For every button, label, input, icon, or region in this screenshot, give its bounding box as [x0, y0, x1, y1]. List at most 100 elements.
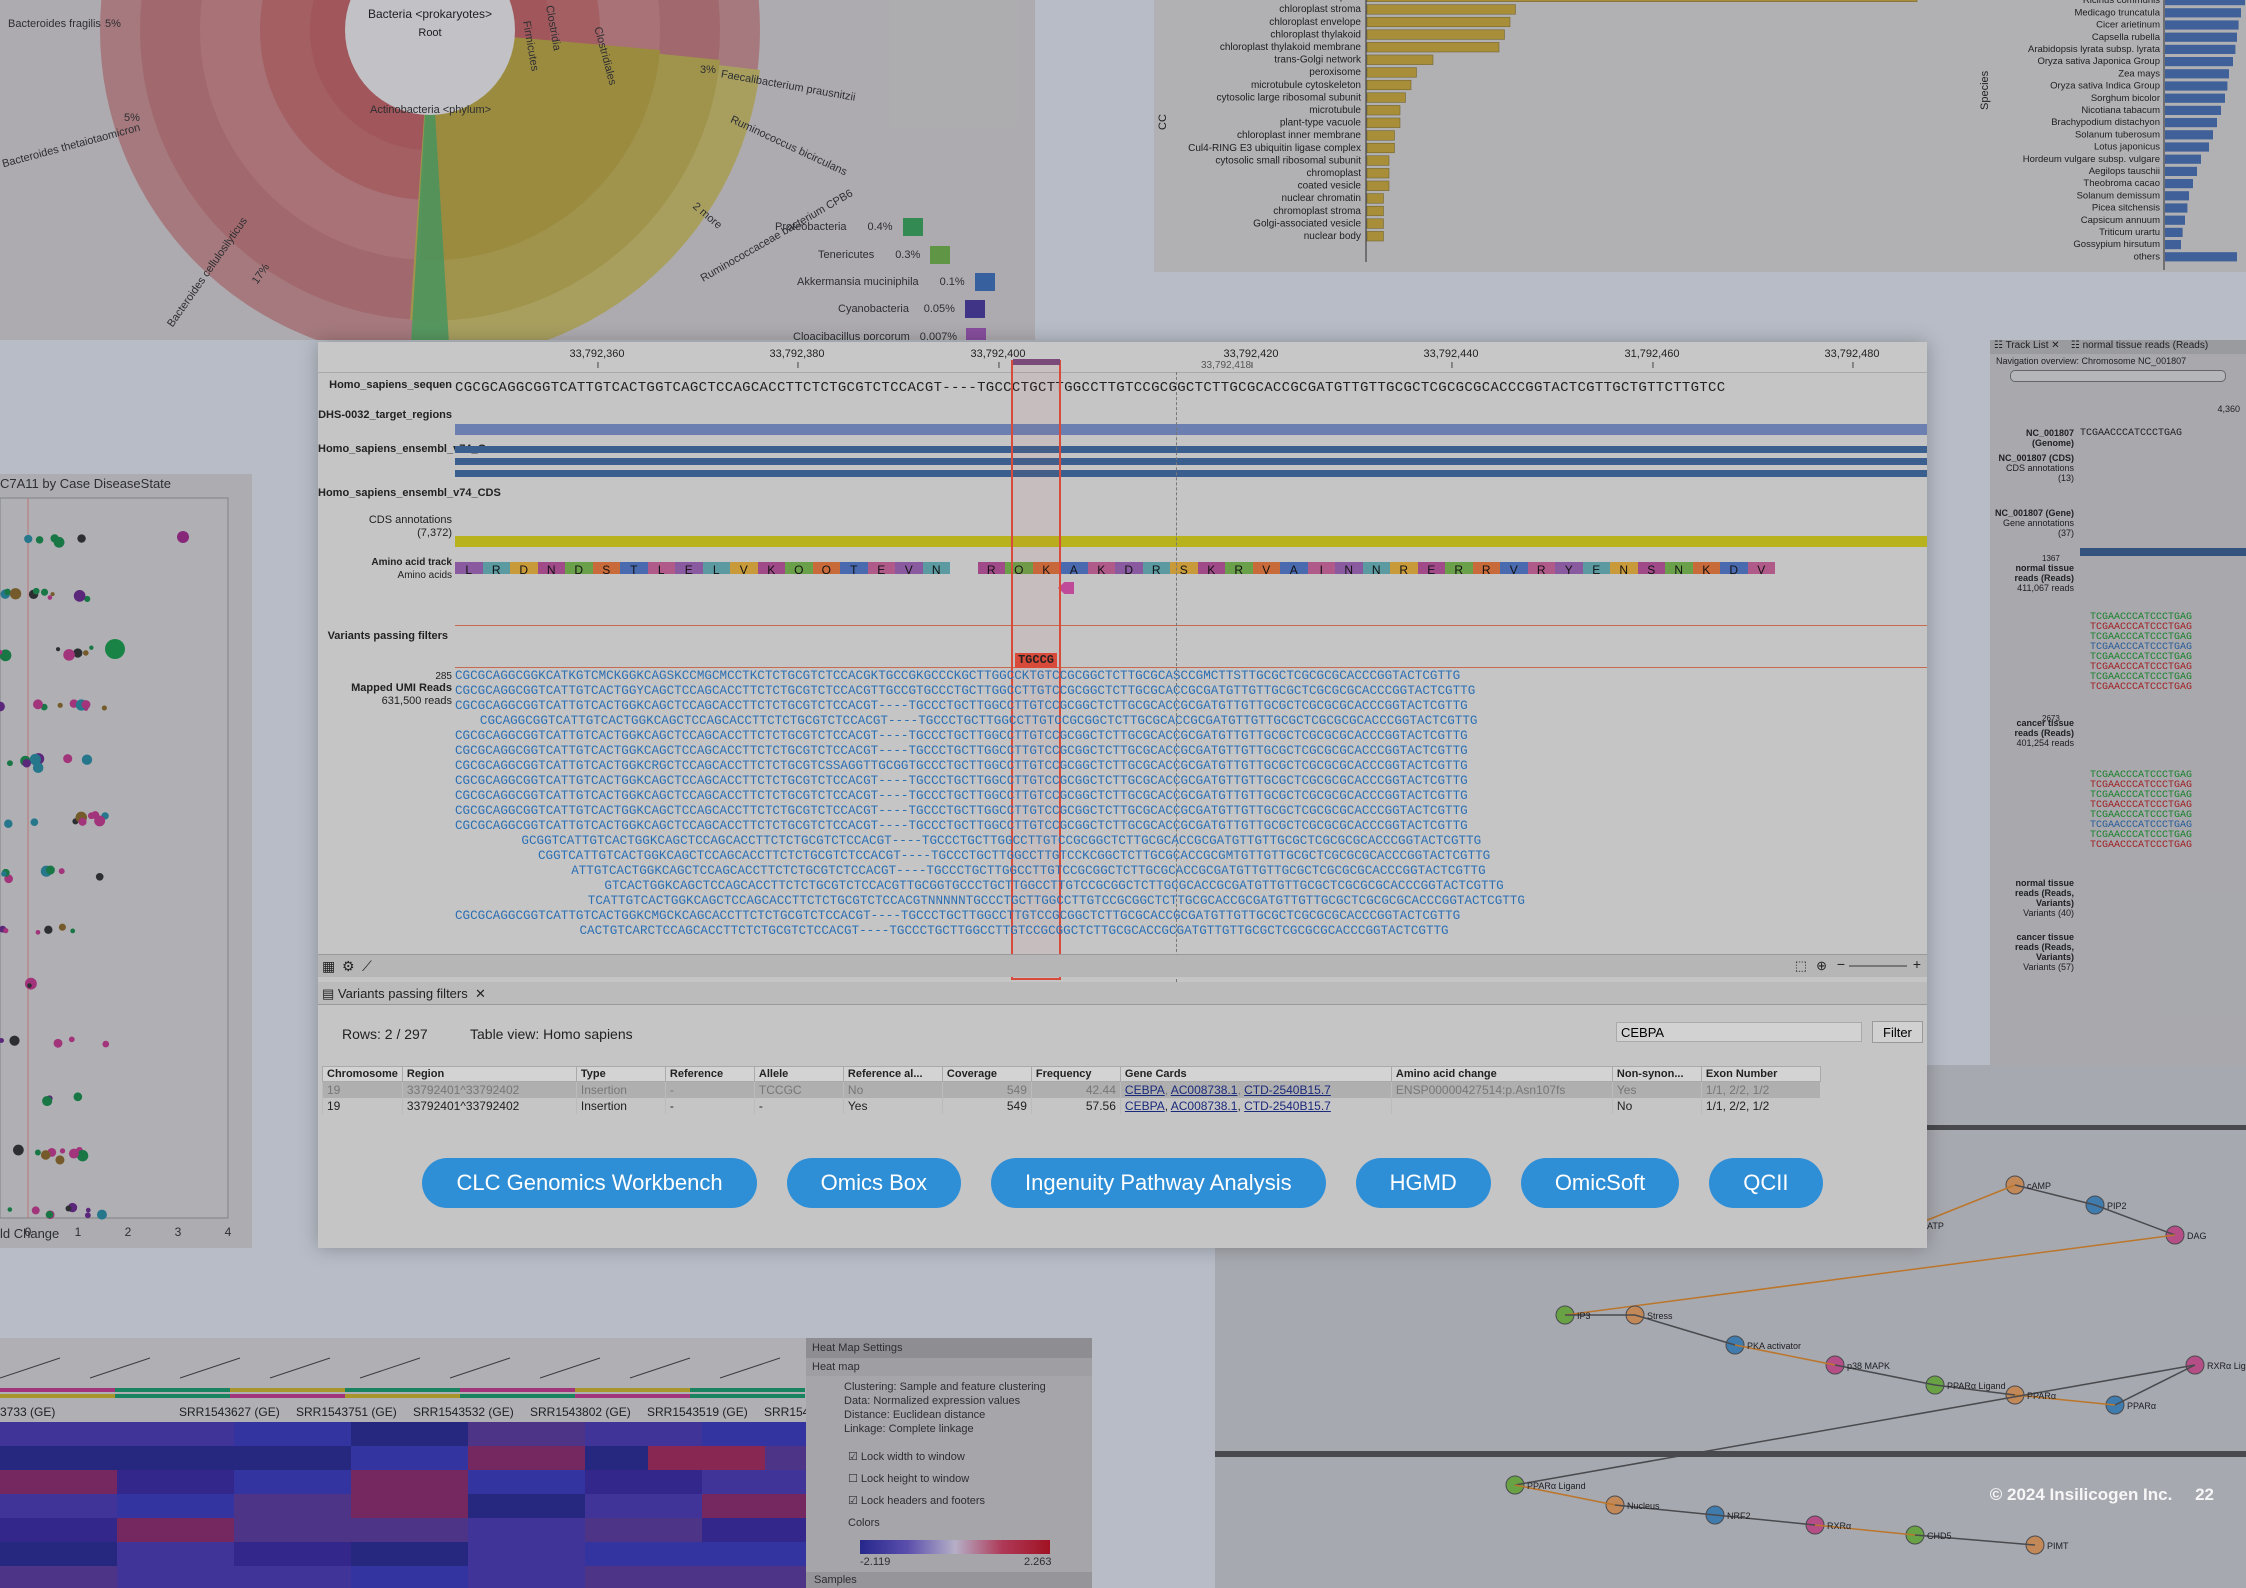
column-header[interactable]: Amino acid change: [1390, 1066, 1613, 1082]
tab-variants-passing-filters[interactable]: ▤ Variants passing filters ✕: [322, 986, 486, 1002]
tab-track-list[interactable]: ☷ Track List ✕: [1994, 340, 2060, 351]
zoom-out-icon[interactable]: −: [1837, 956, 1845, 972]
column-header[interactable]: Reference: [664, 1066, 755, 1082]
mapped-read[interactable]: CGCGCAGGCGGTCATTGTCACTGGKCAGCTCCAGCACCTT…: [455, 775, 1927, 787]
nav-overview-slider[interactable]: [2010, 370, 2226, 382]
tracklist-track[interactable]: cancer tissue reads (Reads) 401,254 reads: [1992, 718, 2074, 748]
chart-icon[interactable]: ⟋: [362, 958, 372, 975]
hgmd-button[interactable]: HGMD: [1355, 1158, 1491, 1208]
tracklist-coverage-max: 2673: [2042, 714, 2060, 723]
scatter-point: [101, 705, 107, 711]
mapped-read[interactable]: GCGGTCATTGTCACTGGKCAGCTCCAGCACCTTCTCTGCG…: [521, 835, 1927, 847]
omics-box-button[interactable]: Omics Box: [786, 1158, 961, 1208]
heatmap-settings-tab[interactable]: Heat map: [806, 1358, 1092, 1376]
gene-bar[interactable]: [455, 458, 1927, 465]
gene-bar[interactable]: [455, 470, 1927, 477]
mapped-read[interactable]: CGCGCAGGCGGTCATTGTCACTGGKCAGCTCCAGCACCTT…: [455, 805, 1927, 817]
zoom-in-icon[interactable]: +: [1913, 956, 1921, 972]
tracklist-track[interactable]: NC_001807 (Genome): [1992, 428, 2074, 448]
mapped-read[interactable]: GTCACTGGKCAGCTCCAGCACCTTCTCTGCGTCTCCACGT…: [604, 880, 1927, 892]
track-label-genes[interactable]: Homo_sapiens_ensembl_v74_Genes: [318, 443, 511, 456]
scatter-title: C7A11 by Case DiseaseState: [0, 476, 172, 491]
species-bar: [2165, 105, 2221, 115]
layout-icon[interactable]: ▦: [322, 958, 335, 975]
column-header[interactable]: Exon Number: [1700, 1066, 1821, 1082]
mapped-read[interactable]: CGCAGGCGGTCATTGTCACTGGKCAGCTCCAGCACCTTCT…: [480, 715, 1927, 727]
qcii-button[interactable]: QCII: [1709, 1158, 1823, 1208]
mapped-read[interactable]: CGCGCAGGCGGKCATKGTCMCKGGKCAGSKCCMGCMCCTK…: [455, 670, 1927, 682]
omicsoft-button[interactable]: OmicSoft: [1520, 1158, 1680, 1208]
mapped-read[interactable]: CGCGCAGGCGGTCATTGTCACTGGKCRGCTCCAGCACCTT…: [455, 760, 1927, 772]
heatmap-cell: [702, 1518, 806, 1542]
tracklist-track[interactable]: cancer tissue reads (Reads, Variants) Var…: [1992, 932, 2074, 972]
gene-card-link[interactable]: CEBPA: [1125, 1099, 1165, 1113]
mapped-read[interactable]: CGCGCAGGCGGTCATTGTCACTGGKCAGCTCCAGCACCTT…: [455, 730, 1927, 742]
filter-button[interactable]: Filter: [1872, 1021, 1923, 1043]
column-header[interactable]: Coverage: [941, 1066, 1032, 1082]
gene-bar[interactable]: [455, 446, 1927, 453]
mapped-read[interactable]: CGCGCAGGCGGTCATTGTCACTGGKCAGCTCCAGCACCTT…: [455, 790, 1927, 802]
variant-call-label[interactable]: TGCCG: [1015, 653, 1057, 668]
tracklist-track[interactable]: normal tissue reads (Reads) 411,067 reads: [1992, 563, 2074, 593]
color-gradient-bar[interactable]: [860, 1540, 1050, 1554]
track-label-cds[interactable]: Homo_sapiens_ensembl_v74_CDS: [318, 487, 501, 500]
mapped-read[interactable]: CACTGTCARCTCCAGCACCTTCTCTGCGTCTCCACGT---…: [580, 925, 1928, 937]
mapped-read[interactable]: CGCGCAGGCGGTCATTGTCACTGGKCAGCTCCAGCACCTT…: [455, 745, 1927, 757]
heatmap-cell: [585, 1518, 702, 1542]
ingenuity-pathway-analysis-button[interactable]: Ingenuity Pathway Analysis: [990, 1158, 1326, 1208]
lock-headers-checkbox[interactable]: ☑ Lock headers and footers: [848, 1490, 1092, 1512]
clc-genomics-workbench-button[interactable]: CLC Genomics Workbench: [422, 1158, 757, 1208]
column-header[interactable]: Gene Cards: [1119, 1066, 1392, 1082]
tab-normal-tissue[interactable]: ☷ normal tissue reads (Reads): [2071, 340, 2208, 351]
tracklist-track[interactable]: NC_001807 (CDS) CDS annotations (13): [1992, 453, 2074, 483]
mapped-read[interactable]: CGGTCATTGTCACTGGKCAGCTCCAGCACCTTCTCTGCGT…: [538, 850, 1927, 862]
tracklist-track[interactable]: normal tissue reads (Reads, Variants) Var…: [1992, 878, 2074, 918]
scatter-point: [24, 534, 33, 544]
column-header[interactable]: Reference al...: [842, 1066, 943, 1082]
zoom-slider[interactable]: [1849, 965, 1907, 967]
lock-height-checkbox[interactable]: ☐ Lock height to window: [848, 1468, 1092, 1490]
table-row[interactable]: 19 33792401^33792402 Insertion - - Yes 549 57.5…: [322, 1098, 1821, 1114]
scatter-point: [40, 588, 49, 596]
track-label-variants[interactable]: Variants passing filters: [318, 630, 448, 643]
heatmap-settings-panel: Heat Map Settings Heat map Clustering: S…: [806, 1338, 1092, 1588]
column-header[interactable]: Allele: [753, 1066, 844, 1082]
gene-card-link[interactable]: AC008738.1: [1171, 1083, 1238, 1097]
track-label-aa[interactable]: Amino acid track: [318, 556, 452, 569]
mapped-read[interactable]: CGCGCAGGCGGTCATTGTCACTGGYCAGCTCCAGCACCTT…: [455, 685, 1927, 697]
gene-card-link[interactable]: AC008738.1: [1171, 1099, 1238, 1113]
filter-input[interactable]: [1616, 1022, 1862, 1042]
gene-card-link[interactable]: CTD-2540B15.7: [1244, 1083, 1331, 1097]
cc-bar: [1366, 231, 1384, 242]
settings-icon[interactable]: ⚙: [342, 958, 355, 975]
close-icon[interactable]: ✕: [471, 986, 486, 1001]
mapped-read[interactable]: TCATTGTCACTGGKCAGCTCCAGCACCTTCTCTGCGTCTC…: [588, 895, 1927, 907]
table-row[interactable]: 19 33792401^33792402 Insertion - TCCGC No 549 4…: [322, 1081, 1821, 1098]
tracklist-track[interactable]: NC_001807 (Gene) Gene annotations (37): [1992, 508, 2074, 538]
variant-selection-handle[interactable]: [1013, 359, 1060, 365]
scatter-point: [22, 758, 31, 768]
mapped-read[interactable]: CGCGCAGGCGGTCATTGTCACTGGKCAGCTCCAGCACCTT…: [455, 820, 1927, 832]
track-label-reads[interactable]: Mapped UMI Reads: [318, 682, 452, 695]
gene-card-link[interactable]: CEBPA: [1125, 1083, 1165, 1097]
amino-acid-cell: N: [922, 562, 950, 574]
table-toolbar: Rows: 2 / 297 Table view: Homo sapiens F…: [318, 1018, 1927, 1052]
column-header[interactable]: Type: [575, 1066, 666, 1082]
column-header[interactable]: Region: [401, 1066, 577, 1082]
lock-width-checkbox[interactable]: ☑ Lock width to window: [848, 1446, 1092, 1468]
mapped-read[interactable]: ATTGTCACTGGKCAGCTCCAGCACCTTCTCTGCGTCTCCA…: [571, 865, 1927, 877]
track-label-reference[interactable]: Homo_sapiens_sequen: [318, 379, 452, 392]
cds-bar[interactable]: [455, 536, 1927, 547]
mapped-read[interactable]: CGCGCAGGCGGTCATTGTCACTGGKCMGCKCAGCACCTTC…: [455, 910, 1927, 922]
mapped-read[interactable]: CGCGCAGGCGGTCATTGTCACTGGKCAGCTCCAGCACCTT…: [455, 700, 1927, 712]
column-header[interactable]: Non-synon...: [1611, 1066, 1702, 1082]
column-header[interactable]: Frequency: [1030, 1066, 1121, 1082]
tracklist-gene-bar[interactable]: [2080, 548, 2246, 556]
track-label-dhs[interactable]: DHS-0032_target_regions: [318, 409, 452, 422]
gene-card-link[interactable]: CTD-2540B15.7: [1244, 1099, 1331, 1113]
dhs-region-bar[interactable]: [455, 424, 1927, 435]
heatmap-cell: [585, 1542, 702, 1566]
zoom-icon[interactable]: ⊕: [1816, 958, 1827, 974]
select-tool-icon[interactable]: ⬚: [1795, 958, 1807, 974]
column-header[interactable]: Chromosome: [322, 1066, 403, 1082]
